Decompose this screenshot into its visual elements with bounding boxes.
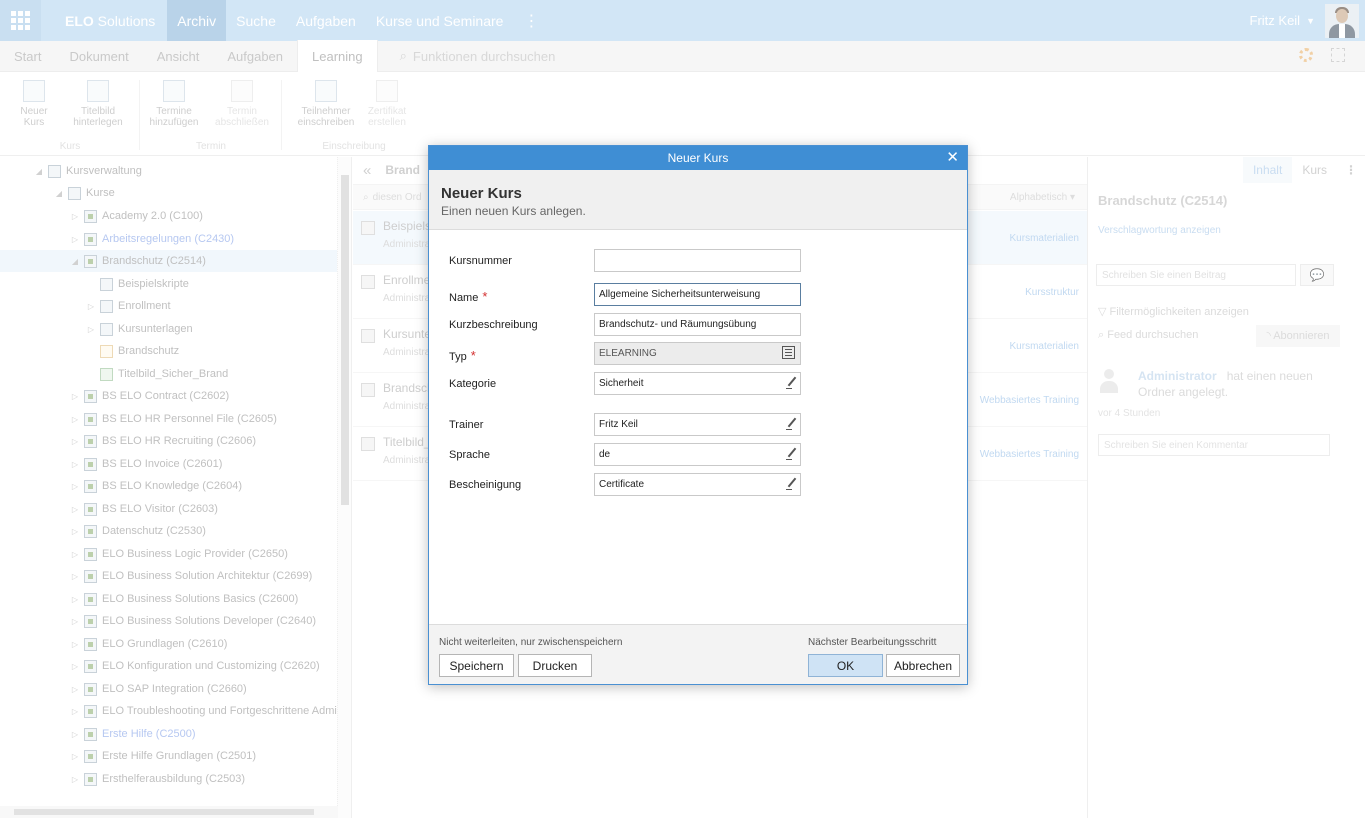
bescheinigung-input[interactable]: Certificate (594, 473, 801, 496)
form-row-typ: Typ * ELEARNING (429, 342, 969, 366)
dialog-titlebar: Neuer Kurs ✕ (429, 146, 967, 170)
trainer-input[interactable]: Fritz Keil (594, 413, 801, 436)
footer-right-label: Nächster Bearbeitungsschritt (808, 637, 937, 648)
kategorie-input[interactable]: Sicherheit (594, 372, 801, 395)
list-icon[interactable] (782, 346, 795, 359)
pencil-icon[interactable] (785, 447, 799, 461)
close-icon[interactable]: ✕ (946, 149, 959, 167)
save-button[interactable]: Speichern (439, 654, 514, 677)
required-marker: * (482, 289, 488, 304)
pencil-icon[interactable] (785, 376, 799, 390)
print-button[interactable]: Drucken (518, 654, 592, 677)
form-row-bescheinigung: Bescheinigung Certificate (429, 473, 969, 497)
kursnummer-label: Kursnummer (449, 255, 512, 267)
typ-select[interactable]: ELEARNING (594, 342, 801, 365)
footer-left-label: Nicht weiterleiten, nur zwischenspeicher… (439, 637, 623, 648)
name-label: Name * (449, 289, 488, 304)
form-row-name: Name * Allgemeine Sicherheitsunterweisung (429, 283, 969, 307)
name-input[interactable]: Allgemeine Sicherheitsunterweisung (594, 283, 801, 306)
bescheinigung-label: Bescheinigung (449, 479, 522, 491)
dialog-header: Neuer Kurs Einen neuen Kurs anlegen. (429, 170, 967, 230)
cancel-button[interactable]: Abbrechen (886, 654, 960, 677)
dialog-subheading: Einen neuen Kurs anlegen. (441, 204, 586, 218)
kurzbeschreibung-label: Kurzbeschreibung (449, 319, 538, 331)
required-marker: * (470, 348, 476, 363)
typ-label: Typ * (449, 348, 476, 363)
kategorie-label: Kategorie (449, 378, 497, 390)
ok-button[interactable]: OK (808, 654, 883, 677)
sprache-input[interactable]: de (594, 443, 801, 466)
new-course-dialog: Neuer Kurs ✕ Neuer Kurs Einen neuen Kurs… (428, 145, 968, 685)
form-row-kurzbeschreibung: Kurzbeschreibung Brandschutz- und Räumun… (429, 313, 969, 337)
dialog-heading: Neuer Kurs (441, 185, 522, 202)
kursnummer-input[interactable] (594, 249, 801, 272)
kurzbeschreibung-input[interactable]: Brandschutz- und Räumungsübung (594, 313, 801, 336)
form-row-sprache: Sprache de (429, 443, 969, 467)
form-row-kategorie: Kategorie Sicherheit (429, 372, 969, 396)
dialog-window-title: Neuer Kurs (667, 151, 729, 165)
form-row-trainer: Trainer Fritz Keil (429, 413, 969, 437)
pencil-icon[interactable] (785, 477, 799, 491)
trainer-label: Trainer (449, 419, 484, 431)
form-row-kursnummer: Kursnummer (429, 249, 969, 273)
pencil-icon[interactable] (785, 417, 799, 431)
sprache-label: Sprache (449, 449, 490, 461)
dialog-footer: Nicht weiterleiten, nur zwischenspeicher… (429, 624, 967, 684)
